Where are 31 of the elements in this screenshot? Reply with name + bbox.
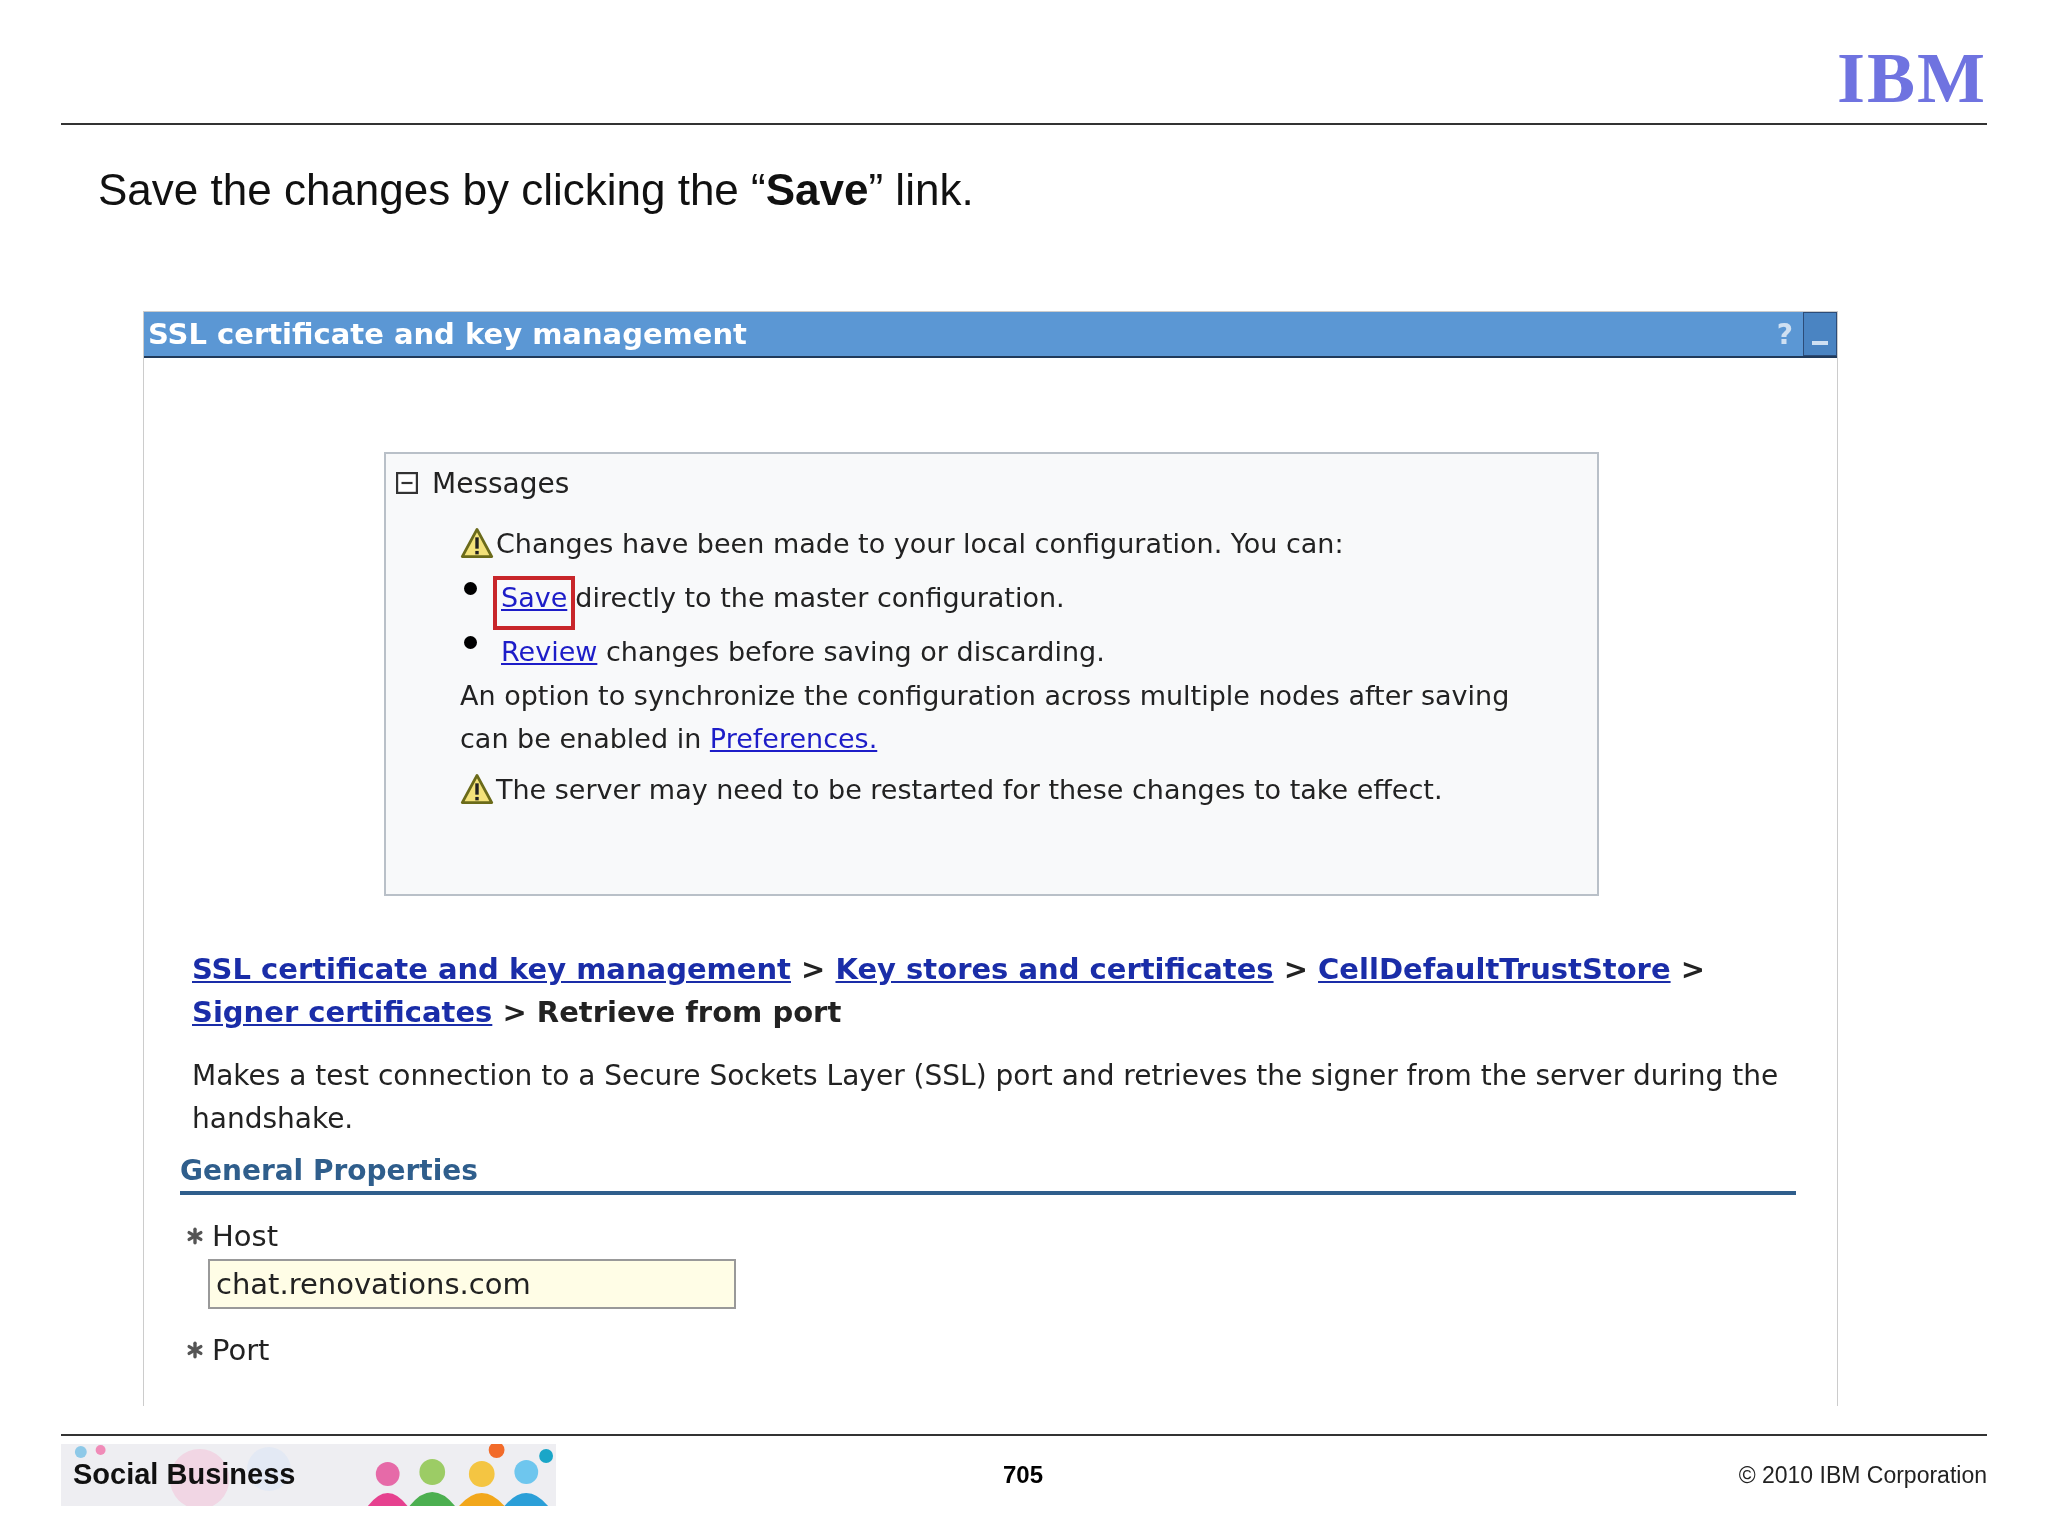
message-link[interactable]: Review — [501, 635, 598, 667]
slide-title: Save the changes by clicking the “Save” link. — [98, 165, 975, 215]
message-text: Review changes before saving or discarding. — [501, 635, 1105, 667]
field-label: Port — [212, 1333, 270, 1367]
ibm-logo: IBM — [1837, 47, 1987, 109]
breadcrumb-link[interactable]: CellDefaultTrustStore — [1318, 952, 1671, 986]
warning-icon — [460, 527, 494, 559]
breadcrumb-link[interactable]: Signer certificates — [192, 995, 493, 1029]
message-text: Save directly to the master configuration. — [501, 581, 1065, 613]
preferences-link[interactable]: Preferences. — [709, 723, 878, 754]
message-text: An option to synchronize the configuration across multiple nodes after saving can be enabled in Preferences. — [460, 679, 1511, 756]
warning-icon — [460, 773, 494, 805]
collapse-icon[interactable] — [396, 472, 418, 494]
minimize-icon[interactable] — [1803, 312, 1837, 356]
message-text: The server may need to be restarted for these changes to take effect. — [496, 773, 1443, 805]
bullet-icon — [464, 636, 477, 649]
page-description: Makes a test connection to a Secure Sockets Layer (SSL) port and retrieves the signer from the server during the handshake. — [192, 1058, 1780, 1137]
page-number: 705 — [1003, 1461, 1044, 1489]
bullet-icon — [464, 582, 477, 595]
section-heading: General Properties — [180, 1154, 1796, 1195]
copyright: © 2010 IBM Corporation — [1738, 1461, 1987, 1489]
panel-title: SSL certificate and key management — [147, 317, 747, 351]
message-text: Changes have been made to your local configuration. You can: — [496, 527, 1344, 559]
host-field[interactable]: chat.renovations.com — [208, 1259, 736, 1309]
message-link[interactable]: Save — [501, 581, 568, 613]
breadcrumb-link[interactable]: SSL certificate and key management — [192, 952, 791, 986]
breadcrumb-link[interactable]: Key stores and certificates — [835, 952, 1274, 986]
messages-title: Messages — [432, 466, 570, 500]
banner-text: Social Business — [73, 1458, 296, 1491]
breadcrumb: SSL certificate and key management > Key stores and certificates > CellDefaultTrustStore > Signer certificates > Retrieve from port — [192, 951, 1706, 1031]
field-label: Host — [212, 1219, 279, 1253]
